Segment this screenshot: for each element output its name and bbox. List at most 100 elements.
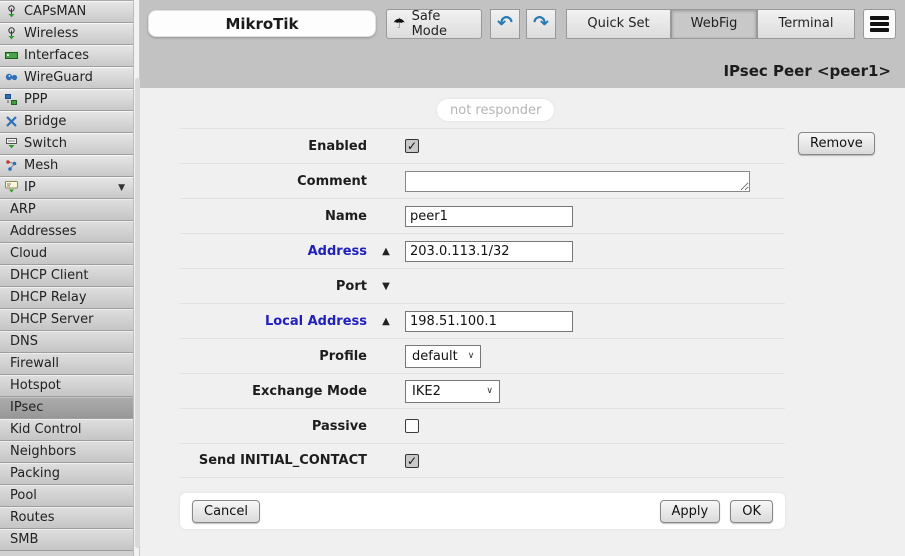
sidebar-item-dhcp-server[interactable]: DHCP Server xyxy=(0,309,133,331)
sidebar-item-smb[interactable]: SMB xyxy=(0,529,133,551)
sidebar-subitem-label: DHCP Server xyxy=(10,312,94,327)
sidebar-item-firewall[interactable]: Firewall xyxy=(0,353,133,375)
sidebar-item-dhcp-relay[interactable]: DHCP Relay xyxy=(0,287,133,309)
sidebar-item-dhcp-client[interactable]: DHCP Client xyxy=(0,265,133,287)
mikrotik-logo-button[interactable]: MikroTik xyxy=(148,10,376,37)
sidebar-item-ppp[interactable]: PPP xyxy=(0,89,133,111)
enabled-row: Enabled ✓ xyxy=(180,128,785,163)
ppp-icon xyxy=(5,93,18,106)
remove-button[interactable]: Remove xyxy=(798,132,875,155)
apply-button[interactable]: Apply xyxy=(659,499,721,523)
sidebar-subitem-label: IPsec xyxy=(10,400,44,415)
sidebar-item-kid-control[interactable]: Kid Control xyxy=(0,419,133,441)
umbrella-icon: ☂ xyxy=(393,15,406,32)
sidebar-item-addresses[interactable]: Addresses xyxy=(0,221,133,243)
sidebar-subitem-label: ARP xyxy=(10,202,36,217)
terminal-button[interactable]: Terminal xyxy=(757,8,855,39)
passive-checkbox[interactable] xyxy=(405,419,419,433)
sidebar-subitem-label: DHCP Relay xyxy=(10,290,87,305)
antenna-icon xyxy=(5,27,18,40)
ip-label-icon xyxy=(5,181,18,194)
sidebar-item-interfaces[interactable]: Interfaces xyxy=(0,45,133,67)
sidebar-subitem-label: Pool xyxy=(10,488,37,503)
chevron-down-icon[interactable]: ▼ xyxy=(118,183,129,193)
sidebar-scrollbar[interactable] xyxy=(133,0,140,556)
exchange-mode-label: Exchange Mode xyxy=(252,383,367,399)
sidebar-item-label: Interfaces xyxy=(24,48,89,63)
chevron-down-icon: ∨ xyxy=(467,351,475,361)
profile-select[interactable]: default ∨ xyxy=(405,344,482,368)
collapse-toggle-icon[interactable]: ▲ xyxy=(367,316,405,327)
exchange-mode-selected-value: IKE2 xyxy=(412,383,441,399)
address-input[interactable] xyxy=(405,240,573,262)
sidebar-item-label: PPP xyxy=(24,92,48,107)
hamburger-menu-button[interactable] xyxy=(863,8,896,39)
sidebar-item-wireguard[interactable]: WireGuard xyxy=(0,67,133,89)
sidebar-item-cloud[interactable]: Cloud xyxy=(0,243,133,265)
webfig-button[interactable]: WebFig xyxy=(671,8,757,39)
sidebar-item-ipsec[interactable]: IPsec xyxy=(0,397,133,419)
sidebar-item-hotspot[interactable]: Hotspot xyxy=(0,375,133,397)
address-row: Address ▲ xyxy=(180,233,785,268)
ok-button[interactable]: OK xyxy=(730,499,773,523)
sidebar-item-routes[interactable]: Routes xyxy=(0,507,133,529)
comment-input[interactable] xyxy=(405,170,750,192)
sidebar-item-neighbors[interactable]: Neighbors xyxy=(0,441,133,463)
main-content: not responder Enabled ✓ Comment Name pee… xyxy=(140,88,905,556)
safe-mode-label: Safe Mode xyxy=(411,8,447,39)
chevron-down-icon: ∨ xyxy=(486,386,493,396)
sidebar-item-mesh[interactable]: Mesh xyxy=(0,155,133,177)
header: MikroTik ☂ Safe Mode ↶ ↷ Quick Set WebFi… xyxy=(140,0,905,88)
sidebar-item-label: CAPsMAN xyxy=(24,4,87,19)
sidebar-subitem-label: Routes xyxy=(10,510,55,525)
quick-set-button[interactable]: Quick Set xyxy=(566,8,671,39)
quick-set-label: Quick Set xyxy=(587,16,650,31)
port-label: Port xyxy=(335,278,367,294)
check-icon: ✓ xyxy=(406,453,418,468)
interface-card-icon xyxy=(5,49,18,62)
sidebar-item-switch[interactable]: Switch xyxy=(0,133,133,155)
sidebar-subitem-label: Addresses xyxy=(10,224,77,239)
wireguard-icon xyxy=(5,71,18,84)
form-actions-bar: Cancel Apply OK xyxy=(180,493,785,529)
sidebar-item-label: Bridge xyxy=(24,114,67,129)
safe-mode-button[interactable]: ☂ Safe Mode xyxy=(386,8,482,39)
terminal-label: Terminal xyxy=(778,16,834,31)
exchange-mode-row: Exchange Mode IKE2 ∨ xyxy=(180,373,785,408)
sidebar-item-label: Wireless xyxy=(24,26,79,41)
comment-row: Comment xyxy=(180,163,785,198)
local-address-input[interactable] xyxy=(405,310,573,332)
sidebar-subitem-label: Kid Control xyxy=(10,422,82,437)
sidebar-item-packing[interactable]: Packing xyxy=(0,463,133,485)
sidebar-subitem-label: SMB xyxy=(10,532,39,547)
enabled-checkbox[interactable]: ✓ xyxy=(405,139,419,153)
status-badge: not responder xyxy=(437,99,555,121)
sidebar-item-arp[interactable]: ARP xyxy=(0,199,133,221)
redo-button[interactable]: ↷ xyxy=(526,8,556,39)
header-toolbar: MikroTik ☂ Safe Mode ↶ ↷ Quick Set WebFi… xyxy=(140,0,905,47)
profile-label: Profile xyxy=(319,348,367,364)
undo-button[interactable]: ↶ xyxy=(490,8,520,39)
sidebar-item-bridge[interactable]: Bridge xyxy=(0,111,133,133)
sidebar-item-label: Mesh xyxy=(24,158,59,173)
name-input[interactable] xyxy=(405,205,573,227)
sidebar-item-dns[interactable]: DNS xyxy=(0,331,133,353)
profile-selected-value: default xyxy=(412,348,458,364)
send-initial-contact-label: Send INITIAL_CONTACT xyxy=(198,453,367,468)
address-label: Address xyxy=(307,243,367,259)
sidebar-item-ip[interactable]: IP ▼ xyxy=(0,177,133,199)
sidebar-subitem-label: DNS xyxy=(10,334,38,349)
collapse-toggle-icon[interactable]: ▲ xyxy=(367,246,405,257)
passive-label: Passive xyxy=(311,418,367,434)
name-label: Name xyxy=(324,208,367,224)
ipsec-peer-form: Enabled ✓ Comment Name Address ▲ xyxy=(180,128,785,478)
expand-toggle-icon[interactable]: ▼ xyxy=(367,281,405,292)
exchange-mode-select[interactable]: IKE2 ∨ xyxy=(405,379,500,403)
sidebar-item-wireless[interactable]: Wireless xyxy=(0,23,133,45)
check-icon: ✓ xyxy=(406,139,418,153)
sidebar-item-label: Switch xyxy=(24,136,67,151)
sidebar-item-capsman[interactable]: CAPsMAN xyxy=(0,1,133,23)
send-initial-contact-checkbox[interactable]: ✓ xyxy=(405,453,419,468)
cancel-button[interactable]: Cancel xyxy=(192,499,261,523)
sidebar-item-pool[interactable]: Pool xyxy=(0,485,133,507)
